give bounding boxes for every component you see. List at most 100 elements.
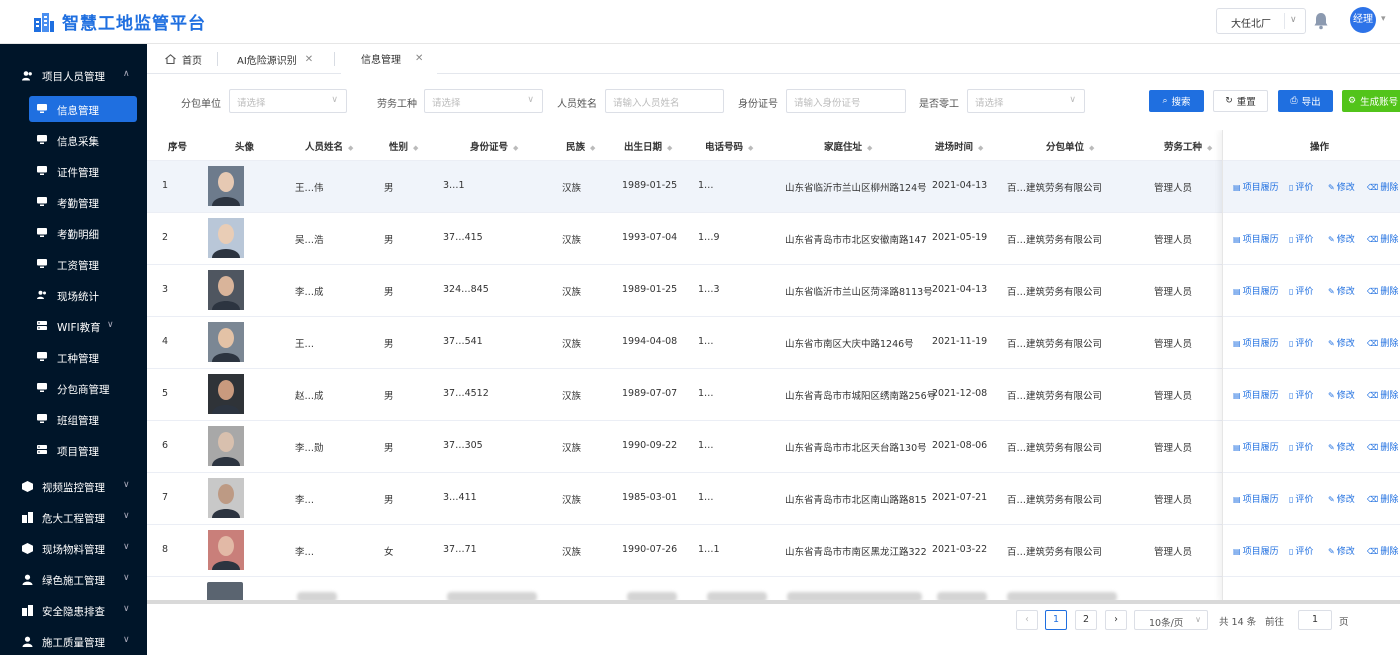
column-header-sortable[interactable]: 人员姓名 ◆ — [305, 139, 353, 153]
column-header-sortable[interactable]: 出生日期 ◆ — [624, 139, 672, 153]
history-link[interactable]: ▤ 项目履历 — [1233, 232, 1279, 245]
close-icon[interactable]: ✕ — [305, 54, 313, 65]
sidebar-group-personnel[interactable]: 项目人员管理 ∧ — [0, 61, 147, 89]
sidebar-group-hazard-engineering[interactable]: 危大工程管理 ∨ — [0, 503, 147, 531]
bell-icon[interactable] — [1313, 12, 1329, 30]
evaluate-link[interactable]: ▯ 评价 — [1289, 284, 1313, 297]
evaluate-link[interactable]: ▯ 评价 — [1289, 336, 1313, 349]
evaluate-link[interactable]: ▯ 评价 — [1289, 388, 1313, 401]
table-row[interactable]: 2 吴…浩 男 37…415 汉族 1993-07-04 1…9 山东省青岛市市北区安徽南路1… — [147, 213, 1400, 265]
table-row[interactable]: 7 李… 男 3…411 汉族 1985-03-01 1… 山东省青岛市市北区南山路路815 2… — [147, 473, 1400, 525]
history-link[interactable]: ▤ 项目履历 — [1233, 180, 1279, 193]
page-button-1[interactable]: 1 — [1045, 610, 1067, 630]
history-link[interactable]: ▤ 项目履历 — [1233, 440, 1279, 453]
column-header-sortable[interactable]: 劳务工种 ◆ — [1164, 139, 1212, 153]
tab-info-management[interactable]: 信息管理 ✕ — [341, 44, 437, 74]
sort-icon[interactable]: ◆ — [413, 144, 418, 152]
edit-link[interactable]: ✎ 修改 — [1328, 336, 1355, 349]
column-header-sortable[interactable]: 性别 ◆ — [389, 139, 418, 153]
table-row[interactable]: 4 王… 男 37…541 汉族 1994-04-08 1… 山东省市南区大庆中路1246号 2… — [147, 317, 1400, 369]
delete-link[interactable]: ⌫ 删除 — [1367, 492, 1398, 505]
sidebar-group-quality[interactable]: 施工质量管理 ∨ — [0, 627, 147, 655]
history-link[interactable]: ▤ 项目履历 — [1233, 336, 1279, 349]
history-link[interactable]: ▤ 项目履历 — [1233, 284, 1279, 297]
history-link[interactable]: ▤ 项目履历 — [1233, 492, 1279, 505]
sidebar-item-info-management[interactable]: 信息管理 — [29, 96, 137, 122]
sidebar-item-wifi-education[interactable]: WIFI教育 ∨ — [29, 313, 137, 339]
table-row[interactable]: 1 王…伟 男 3…1 汉族 1989-01-25 1… 山东省临沂市兰山区柳州路124号 20… — [147, 161, 1400, 213]
delete-link[interactable]: ⌫ 删除 — [1367, 232, 1398, 245]
subcontractor-select[interactable]: 请选择 ∨ — [229, 89, 347, 113]
evaluate-link[interactable]: ▯ 评价 — [1289, 180, 1313, 193]
name-input[interactable]: 请输入人员姓名 — [605, 89, 724, 113]
history-link[interactable]: ▤ 项目履历 — [1233, 544, 1279, 557]
table-row[interactable]: 8 李… 女 37…71 汉族 1990-07-26 1…1 山东省青岛市市南区黑龙江路322… — [147, 525, 1400, 577]
sidebar-item-work-types[interactable]: 工种管理 — [29, 344, 137, 370]
sidebar-item-subcontractors[interactable]: 分包商管理 — [29, 375, 137, 401]
sort-icon[interactable]: ◆ — [1207, 144, 1212, 152]
generate-account-button[interactable]: ⚙ 生成账号 — [1342, 90, 1400, 112]
sidebar-item-attendance-detail[interactable]: 考勤明细 — [29, 220, 137, 246]
next-page-button[interactable]: › — [1105, 610, 1127, 630]
evaluate-link[interactable]: ▯ 评价 — [1289, 492, 1313, 505]
logo[interactable]: 智慧工地监管平台 — [32, 9, 206, 34]
delete-link[interactable]: ⌫ 删除 — [1367, 544, 1398, 557]
sort-icon[interactable]: ◆ — [748, 144, 753, 152]
sort-icon[interactable]: ◆ — [867, 144, 872, 152]
sidebar-group-materials[interactable]: 现场物料管理 ∨ — [0, 534, 147, 562]
export-button[interactable]: ⎙ 导出 — [1278, 90, 1333, 112]
column-header-sortable[interactable]: 身份证号 ◆ — [470, 139, 518, 153]
sidebar-item-certificates[interactable]: 证件管理 — [29, 158, 137, 184]
prev-page-button[interactable]: ‹ — [1016, 610, 1038, 630]
sidebar-item-wages[interactable]: 工资管理 — [29, 251, 137, 277]
sidebar-item-projects[interactable]: 项目管理 — [29, 437, 137, 463]
sidebar-group-video[interactable]: 视频监控管理 ∨ — [0, 472, 147, 500]
delete-link[interactable]: ⌫ 删除 — [1367, 180, 1398, 193]
delete-link[interactable]: ⌫ 删除 — [1367, 440, 1398, 453]
evaluate-link[interactable]: ▯ 评价 — [1289, 440, 1313, 453]
evaluate-link[interactable]: ▯ 评价 — [1289, 544, 1313, 557]
edit-link[interactable]: ✎ 修改 — [1328, 232, 1355, 245]
delete-link[interactable]: ⌫ 删除 — [1367, 284, 1398, 297]
sidebar-item-info-collection[interactable]: 信息采集 — [29, 127, 137, 153]
sort-icon[interactable]: ◆ — [978, 144, 983, 152]
tab-home[interactable]: 首页 — [165, 44, 202, 74]
search-button[interactable]: ⌕ 搜索 — [1149, 90, 1204, 112]
sort-icon[interactable]: ◆ — [667, 144, 672, 152]
work-type-select[interactable]: 请选择 ∨ — [424, 89, 543, 113]
user-avatar[interactable]: 经理 — [1350, 7, 1376, 33]
tab-ai-hazard[interactable]: AI危险源识别 ✕ — [237, 44, 313, 74]
edit-link[interactable]: ✎ 修改 — [1328, 180, 1355, 193]
goto-page-input[interactable]: 1 — [1298, 610, 1332, 630]
page-size-select[interactable]: 10条/页 ∨ — [1134, 610, 1208, 630]
page-button-2[interactable]: 2 — [1075, 610, 1097, 630]
edit-link[interactable]: ✎ 修改 — [1328, 544, 1355, 557]
edit-link[interactable]: ✎ 修改 — [1328, 388, 1355, 401]
table-row[interactable]: 6 李…勋 男 37…305 汉族 1990-09-22 1… 山东省青岛市市北区天台路130… — [147, 421, 1400, 473]
edit-link[interactable]: ✎ 修改 — [1328, 492, 1355, 505]
sidebar-item-site-stats[interactable]: 现场统计 — [29, 282, 137, 308]
casual-worker-select[interactable]: 请选择 ∨ — [967, 89, 1085, 113]
reset-button[interactable]: ↻ 重置 — [1213, 90, 1268, 112]
id-card-input[interactable]: 请输入身份证号 — [786, 89, 906, 113]
table-row[interactable]: 5 赵…成 男 37…4512 汉族 1989-07-07 1… 山东省青岛市市城阳区绣南路2… — [147, 369, 1400, 421]
edit-link[interactable]: ✎ 修改 — [1328, 440, 1355, 453]
column-header-sortable[interactable]: 进场时间 ◆ — [935, 139, 983, 153]
column-header-sortable[interactable]: 民族 ◆ — [566, 139, 595, 153]
delete-link[interactable]: ⌫ 删除 — [1367, 388, 1398, 401]
history-link[interactable]: ▤ 项目履历 — [1233, 388, 1279, 401]
sidebar-item-teams[interactable]: 班组管理 — [29, 406, 137, 432]
sidebar-group-safety-hazards[interactable]: 安全隐患排查 ∨ — [0, 596, 147, 624]
edit-link[interactable]: ✎ 修改 — [1328, 284, 1355, 297]
column-header-sortable[interactable]: 电话号码 ◆ — [705, 139, 753, 153]
column-header-sortable[interactable]: 家庭住址 ◆ — [824, 139, 872, 153]
project-select[interactable]: 大任北厂 ∨ — [1216, 8, 1306, 34]
sidebar-group-green-construction[interactable]: 绿色施工管理 ∨ — [0, 565, 147, 593]
sort-icon[interactable]: ◆ — [348, 144, 353, 152]
sort-icon[interactable]: ◆ — [590, 144, 595, 152]
delete-link[interactable]: ⌫ 删除 — [1367, 336, 1398, 349]
sort-icon[interactable]: ◆ — [513, 144, 518, 152]
sidebar-item-attendance[interactable]: 考勤管理 — [29, 189, 137, 215]
close-icon[interactable]: ✕ — [415, 53, 423, 64]
column-header-sortable[interactable]: 分包单位 ◆ — [1046, 139, 1094, 153]
